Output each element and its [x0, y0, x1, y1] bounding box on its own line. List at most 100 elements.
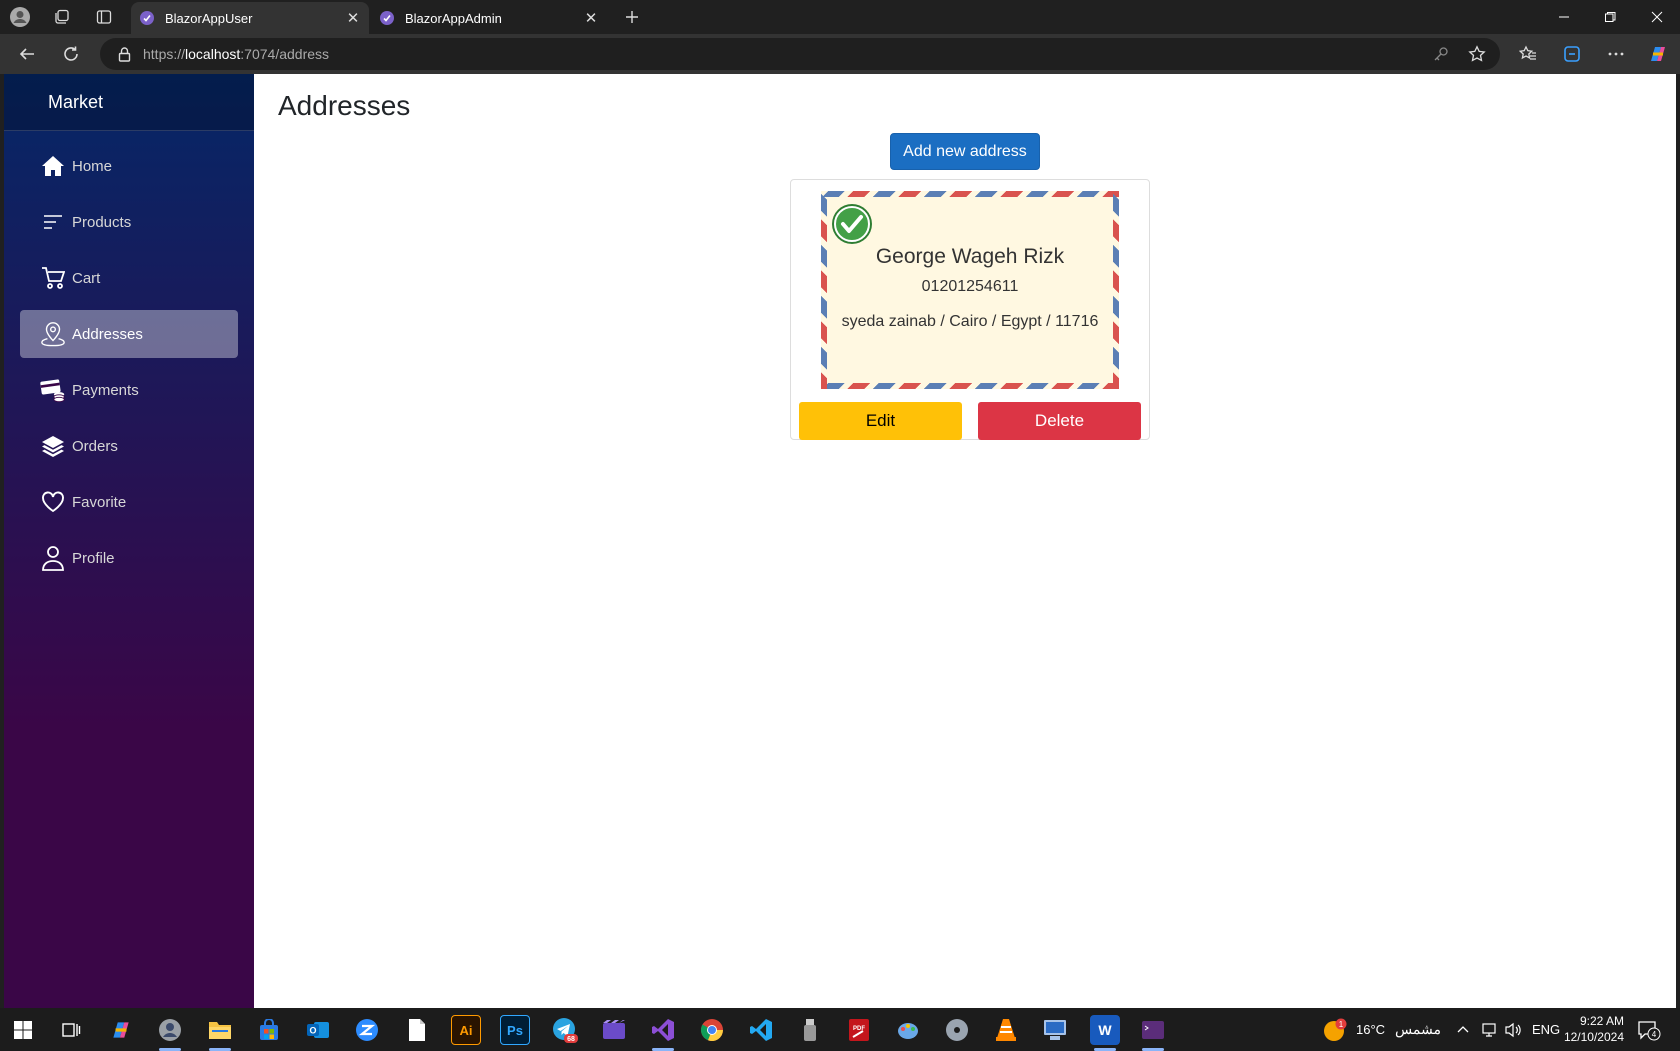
pdf-editor-icon[interactable]: PDF — [844, 1015, 874, 1045]
url-scheme: https:// — [143, 46, 186, 62]
nav-label: Orders — [72, 437, 118, 455]
weather-temp: 16°C — [1356, 1022, 1386, 1037]
close-tab-icon[interactable]: ✕ — [583, 10, 599, 27]
copilot-icon[interactable] — [1645, 41, 1671, 67]
airmail-border — [821, 383, 1119, 389]
tab-actions-icon[interactable] — [92, 5, 116, 29]
new-tab-icon[interactable] — [620, 5, 644, 29]
lock-icon[interactable] — [118, 46, 131, 62]
chrome-icon[interactable] — [697, 1015, 727, 1045]
app-viewport: Market Home Products Cart Addresses Paym… — [4, 74, 1676, 1008]
weather-badge: 1 — [1339, 1020, 1344, 1029]
home-icon — [40, 153, 66, 179]
notepad-icon[interactable] — [402, 1015, 432, 1045]
disc-app-icon[interactable] — [942, 1015, 972, 1045]
outlook-icon[interactable]: O — [303, 1015, 333, 1045]
nav-item-payments[interactable]: Payments — [20, 366, 238, 414]
nav-item-products[interactable]: Products — [20, 198, 238, 246]
notification-count: 4 — [1652, 1030, 1657, 1039]
location-icon — [40, 321, 66, 347]
nav-label: Payments — [72, 381, 139, 399]
delete-button[interactable]: Delete — [978, 402, 1141, 440]
edit-button[interactable]: Edit — [799, 402, 962, 440]
tray-chevron-icon[interactable] — [1456, 1008, 1470, 1051]
browser-essentials-icon[interactable] — [1559, 41, 1585, 67]
windows-start-icon[interactable] — [8, 1015, 38, 1045]
svg-text:O: O — [309, 1026, 316, 1036]
nav-item-orders[interactable]: Orders — [20, 422, 238, 470]
default-address-check-icon — [831, 203, 873, 245]
edge-browser-icon[interactable] — [155, 1015, 185, 1051]
nav-label: Favorite — [72, 493, 127, 511]
restore-icon[interactable] — [1587, 0, 1633, 34]
nav-label: Home — [72, 157, 113, 175]
volume-icon[interactable] — [1504, 1008, 1522, 1051]
tab-blazorappadmin[interactable]: BlazorAppAdmin ✕ — [371, 2, 607, 34]
url-text[interactable]: https://localhost:7074/address — [143, 46, 1428, 62]
remote-desktop-icon[interactable] — [1040, 1015, 1070, 1045]
weather-text: مشمس — [1395, 1021, 1441, 1037]
task-view-icon[interactable] — [56, 1015, 86, 1045]
workspaces-icon[interactable] — [50, 5, 74, 29]
close-window-icon[interactable] — [1634, 0, 1680, 34]
address-name: George Wageh Rizk — [875, 245, 1065, 268]
nav-item-cart[interactable]: Cart — [20, 254, 238, 302]
system-clock[interactable]: 9:22 AM 12/10/2024 — [1564, 1013, 1624, 1045]
usb-device-icon[interactable] — [795, 1015, 825, 1045]
nav-item-addresses[interactable]: Addresses — [20, 310, 238, 358]
nav-label: Products — [72, 213, 132, 231]
photoshop-icon[interactable]: Ps — [500, 1015, 530, 1045]
paint-app-icon[interactable] — [893, 1015, 923, 1045]
tab-title: BlazorAppAdmin — [405, 10, 502, 26]
list-icon — [40, 209, 66, 235]
zoom-app-icon[interactable] — [352, 1015, 382, 1045]
blazor-favicon-icon — [139, 10, 155, 26]
add-address-button[interactable]: Add new address — [890, 133, 1040, 170]
tab-title: BlazorAppUser — [165, 10, 253, 26]
back-arrow-icon[interactable] — [14, 41, 40, 67]
heart-icon — [40, 489, 66, 515]
file-explorer-icon[interactable] — [205, 1015, 235, 1051]
refresh-icon[interactable] — [58, 41, 84, 67]
weather-widget[interactable]: 1 16°C مشمس — [1322, 1008, 1441, 1051]
copilot-app-icon[interactable] — [106, 1015, 136, 1045]
nav-label: Profile — [72, 549, 115, 567]
browser-toolbar: https://localhost:7074/address — [0, 34, 1680, 74]
nav-item-profile[interactable]: Profile — [20, 534, 238, 582]
nav-item-favorite[interactable]: Favorite — [20, 478, 238, 526]
more-options-icon[interactable] — [1603, 41, 1629, 67]
minimize-icon[interactable] — [1541, 0, 1587, 34]
language-indicator[interactable]: ENG — [1532, 1008, 1560, 1051]
word-icon[interactable]: W — [1090, 1015, 1120, 1051]
favorites-icon[interactable] — [1515, 41, 1541, 67]
address-bar[interactable]: https://localhost:7074/address — [100, 38, 1500, 70]
telegram-icon[interactable]: 68 — [550, 1015, 580, 1045]
brand-title[interactable]: Market — [4, 74, 254, 131]
address-line: syeda zainab / Cairo / Egypt / 11716 — [841, 313, 1099, 330]
nav-item-home[interactable]: Home — [20, 142, 238, 190]
sun-weather-icon: 1 — [1324, 1018, 1347, 1041]
payment-icon — [40, 377, 66, 403]
favorite-star-icon[interactable] — [1464, 41, 1490, 67]
tab-blazorappuser[interactable]: BlazorAppUser ✕ — [131, 2, 369, 34]
layers-icon — [40, 433, 66, 459]
vscode-icon[interactable] — [746, 1015, 776, 1045]
illustrator-icon[interactable]: Ai — [451, 1015, 481, 1045]
network-icon[interactable] — [1481, 1008, 1499, 1051]
terminal-icon[interactable] — [1138, 1015, 1168, 1051]
close-tab-icon[interactable]: ✕ — [345, 10, 361, 27]
person-icon — [40, 545, 66, 571]
video-editor-icon[interactable] — [599, 1015, 629, 1045]
windows-taskbar: O Ai Ps 68 PDF W 1 16°C مشمس ENG 9:22 AM… — [0, 1008, 1680, 1051]
profile-icon[interactable] — [8, 5, 32, 29]
vlc-icon[interactable] — [991, 1015, 1021, 1045]
nav-label: Cart — [72, 269, 101, 287]
microsoft-store-icon[interactable] — [254, 1015, 284, 1045]
password-key-icon[interactable] — [1428, 41, 1454, 67]
notifications-icon[interactable]: 4 — [1636, 1008, 1662, 1051]
svg-text:PDF: PDF — [853, 1026, 865, 1032]
address-card: George Wageh Rizk 01201254611 syeda zain… — [790, 179, 1150, 440]
visual-studio-icon[interactable] — [648, 1015, 678, 1051]
cart-icon — [40, 265, 66, 291]
address-envelope[interactable]: George Wageh Rizk 01201254611 syeda zain… — [821, 191, 1119, 389]
